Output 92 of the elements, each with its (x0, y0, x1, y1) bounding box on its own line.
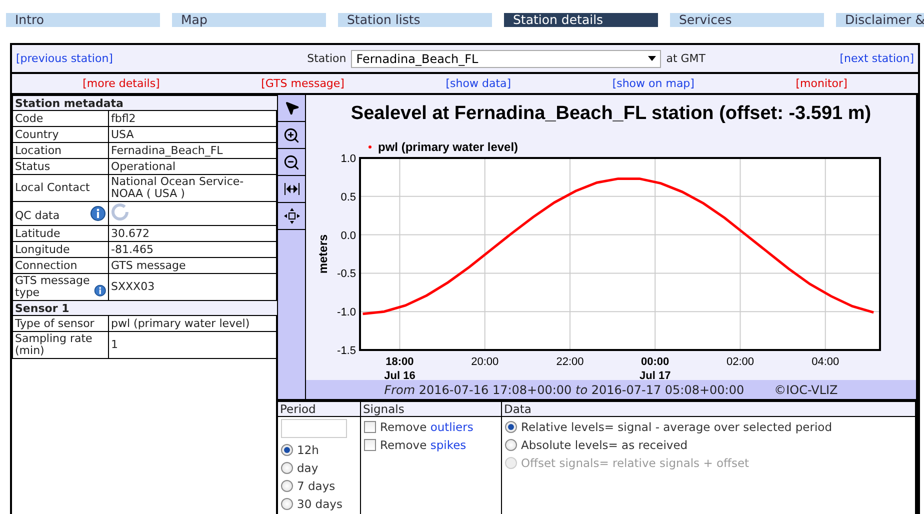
option-label: Offset signals= relative signals + offset (521, 456, 750, 470)
date-label: Jul 16 (384, 370, 416, 380)
x-tick-label: 00:00 (641, 356, 670, 368)
radio-button[interactable] (281, 498, 293, 510)
radio-button[interactable] (281, 480, 293, 492)
nav-tab[interactable]: Station lists (338, 13, 492, 27)
x-tick-label: 04:00 (812, 356, 840, 368)
timezone-label: at GMT (666, 52, 706, 65)
action-link[interactable]: [show data] (446, 77, 512, 90)
metadata-value: GTS message (108, 258, 278, 274)
metadata-value: Fernadina_Beach_FL (108, 142, 278, 158)
zoom-out-icon (283, 154, 300, 170)
nav-tab[interactable]: Map (172, 13, 326, 27)
radio-button[interactable] (281, 462, 293, 474)
option-label: day (297, 461, 318, 475)
fit-all-icon (284, 208, 300, 224)
metadata-label: Type of sensor (12, 316, 108, 332)
metadata-label: Code (12, 110, 108, 126)
metadata-label: Country (12, 126, 108, 142)
metadata-label: GTS message type (15, 275, 91, 299)
metadata-value: -81.465 (108, 242, 278, 258)
x-tick-label: 20:00 (471, 356, 499, 368)
option-link[interactable]: outliers (430, 420, 474, 434)
station-select[interactable]: Fernadina_Beach_FL (351, 50, 662, 68)
zoom-in-icon (283, 126, 300, 144)
next-station-link[interactable]: [next station] (840, 52, 914, 65)
nav-tab[interactable]: Services (670, 13, 824, 27)
option-label: 7 days (297, 479, 336, 493)
y-tick-label: 1.0 (340, 153, 356, 165)
metadata-value: Operational (108, 158, 278, 174)
option-label: 12h (297, 443, 319, 457)
metadata-label: Latitude (12, 226, 108, 242)
info-icon[interactable] (90, 206, 106, 222)
checkbox[interactable] (364, 439, 376, 451)
credit-text: ©IOC-VLIZ (774, 382, 838, 397)
nav-tab[interactable]: Disclaimer & (836, 13, 924, 27)
action-link[interactable]: [show on map] (612, 77, 694, 90)
option-label: Relative levels= signal - average over selected period (521, 420, 832, 434)
option-label: Absolute levels= as received (521, 438, 688, 452)
radio-button[interactable] (505, 439, 517, 451)
y-axis-label: meters (316, 234, 330, 274)
chart-title: Sealevel at Fernadina_Beach_FL station (offset: -3.591 m) (350, 103, 872, 124)
metadata-label: Local Contact (12, 174, 108, 202)
section-header: Sensor 1 (12, 300, 278, 316)
option-label: 30 days (297, 497, 342, 511)
y-tick-label: -1.0 (337, 306, 356, 319)
radio-button[interactable] (505, 421, 517, 433)
checkbox[interactable] (364, 421, 376, 433)
option-link[interactable]: spikes (430, 438, 466, 452)
legend-label: pwl (primary water level) (378, 140, 518, 154)
metadata-label: Connection (12, 258, 108, 274)
radio-button[interactable] (281, 444, 293, 456)
metadata-value: fbfl2 (108, 110, 278, 126)
metadata-label: QC data (15, 210, 60, 222)
x-tick-label: 02:00 (726, 356, 754, 368)
legend-marker (368, 146, 372, 148)
metadata-value: 1 (108, 332, 278, 358)
column-header: Period (278, 401, 361, 417)
previous-station-link[interactable]: [previous station] (16, 52, 113, 65)
x-tick-label: 18:00 (386, 356, 414, 368)
fit-width-icon (284, 183, 300, 195)
period-input[interactable] (281, 419, 347, 438)
x-tick-label: 22:00 (556, 356, 584, 368)
column-header: Data (502, 401, 916, 417)
y-tick-label: 0.0 (340, 230, 356, 242)
y-tick-label: 0.5 (340, 191, 356, 204)
action-link[interactable]: [more details] (82, 77, 160, 90)
nav-tab[interactable]: Station details (504, 13, 658, 27)
date-label: Jul 17 (640, 370, 671, 380)
column-header: Signals (361, 401, 502, 417)
info-icon[interactable] (94, 283, 106, 299)
section-header: Station metadata (12, 96, 278, 110)
pointer-icon (284, 100, 300, 116)
metadata-value: National Ocean Service-NOAA ( USA ) (108, 174, 278, 202)
metadata-value: pwl (primary water level) (108, 316, 278, 332)
metadata-label: Sampling rate (min) (12, 332, 108, 358)
metadata-label: Longitude (12, 242, 108, 258)
nav-tab[interactable]: Intro (6, 13, 160, 27)
action-link[interactable]: [monitor] (796, 77, 848, 90)
y-tick-label: -0.5 (337, 268, 356, 280)
y-tick-label: -1.5 (337, 345, 356, 357)
loading-spinner-icon (111, 203, 129, 221)
metadata-label: Status (12, 158, 108, 174)
option-label: Remove spikes (380, 438, 466, 452)
action-link[interactable]: [GTS message] (261, 77, 344, 90)
metadata-value: 30.672 (108, 226, 278, 242)
metadata-label: Location (12, 142, 108, 158)
dropdown-caret-icon (648, 56, 656, 61)
option-label: Remove outliers (380, 420, 474, 434)
metadata-value: USA (108, 126, 278, 142)
time-range: From 2016-07-16 17:08+00:00 to 2016-07-17 05:08+00:00 (384, 382, 744, 397)
station-label: Station (307, 52, 346, 65)
